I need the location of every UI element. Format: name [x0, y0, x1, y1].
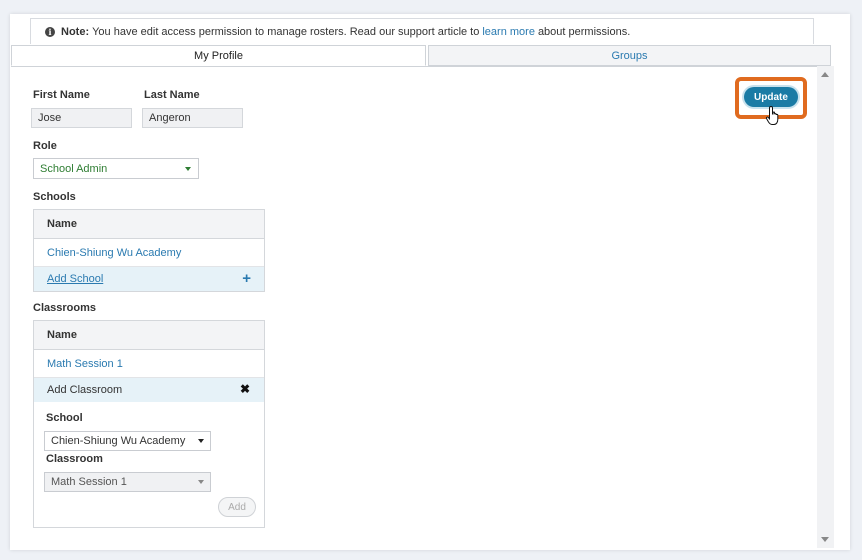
- role-select-value: School Admin: [40, 162, 108, 175]
- chevron-down-icon: [185, 167, 191, 171]
- hand-cursor-icon: [765, 105, 779, 125]
- schools-panel: Name Chien-Shiung Wu Academy Add School …: [33, 209, 265, 292]
- tab-my-profile[interactable]: My Profile: [11, 45, 426, 66]
- classroom-select[interactable]: Math Session 1: [44, 472, 211, 492]
- add-classroom-label: Add Classroom: [47, 384, 123, 396]
- classroom-list-item[interactable]: Math Session 1: [34, 350, 264, 378]
- permission-note: i Note: You have edit access permission …: [30, 18, 814, 44]
- learn-more-link[interactable]: learn more: [482, 26, 535, 38]
- vertical-scrollbar[interactable]: [817, 66, 834, 548]
- add-school-link[interactable]: Add School: [47, 273, 103, 285]
- tab-groups[interactable]: Groups: [428, 45, 831, 66]
- chevron-down-icon: [198, 480, 204, 484]
- role-select[interactable]: School Admin: [33, 158, 199, 179]
- chevron-down-icon: [198, 439, 204, 443]
- last-name-field[interactable]: Angeron: [142, 108, 243, 128]
- first-name-label: First Name: [33, 89, 90, 101]
- classrooms-column-header: Name: [34, 321, 264, 350]
- classrooms-panel: Name Math Session 1 Add Classroom ✖ Scho…: [33, 320, 265, 528]
- school-field-label: School: [46, 412, 83, 424]
- role-label: Role: [33, 140, 57, 152]
- add-classroom-button[interactable]: Add: [218, 497, 256, 517]
- last-name-label: Last Name: [144, 89, 200, 101]
- scroll-up-icon[interactable]: [821, 72, 829, 77]
- first-name-field[interactable]: Jose: [31, 108, 132, 128]
- note-text: You have edit access permission to manag…: [92, 25, 480, 38]
- profile-content: First Name Last Name Jose Angeron Role S…: [11, 66, 817, 549]
- schools-label: Schools: [33, 191, 76, 203]
- school-select-value: Chien-Shiung Wu Academy: [51, 435, 186, 447]
- plus-icon[interactable]: +: [242, 270, 251, 287]
- scroll-down-icon[interactable]: [821, 537, 829, 542]
- note-text-after: about permissions.: [537, 25, 631, 38]
- add-school-row[interactable]: Add School +: [34, 267, 264, 291]
- close-icon[interactable]: ✖: [240, 382, 250, 396]
- info-icon: i: [45, 26, 55, 37]
- classroom-select-value: Math Session 1: [51, 476, 127, 488]
- tab-bar: My Profile Groups: [11, 45, 831, 67]
- school-list-item[interactable]: Chien-Shiung Wu Academy: [34, 239, 264, 267]
- classroom-field-label: Classroom: [46, 453, 103, 465]
- school-select[interactable]: Chien-Shiung Wu Academy: [44, 431, 211, 451]
- classrooms-label: Classrooms: [33, 302, 96, 314]
- update-button[interactable]: Update: [744, 87, 798, 107]
- schools-column-header: Name: [34, 210, 264, 239]
- add-classroom-row: Add Classroom ✖: [34, 378, 264, 402]
- note-label: Note:: [61, 25, 90, 38]
